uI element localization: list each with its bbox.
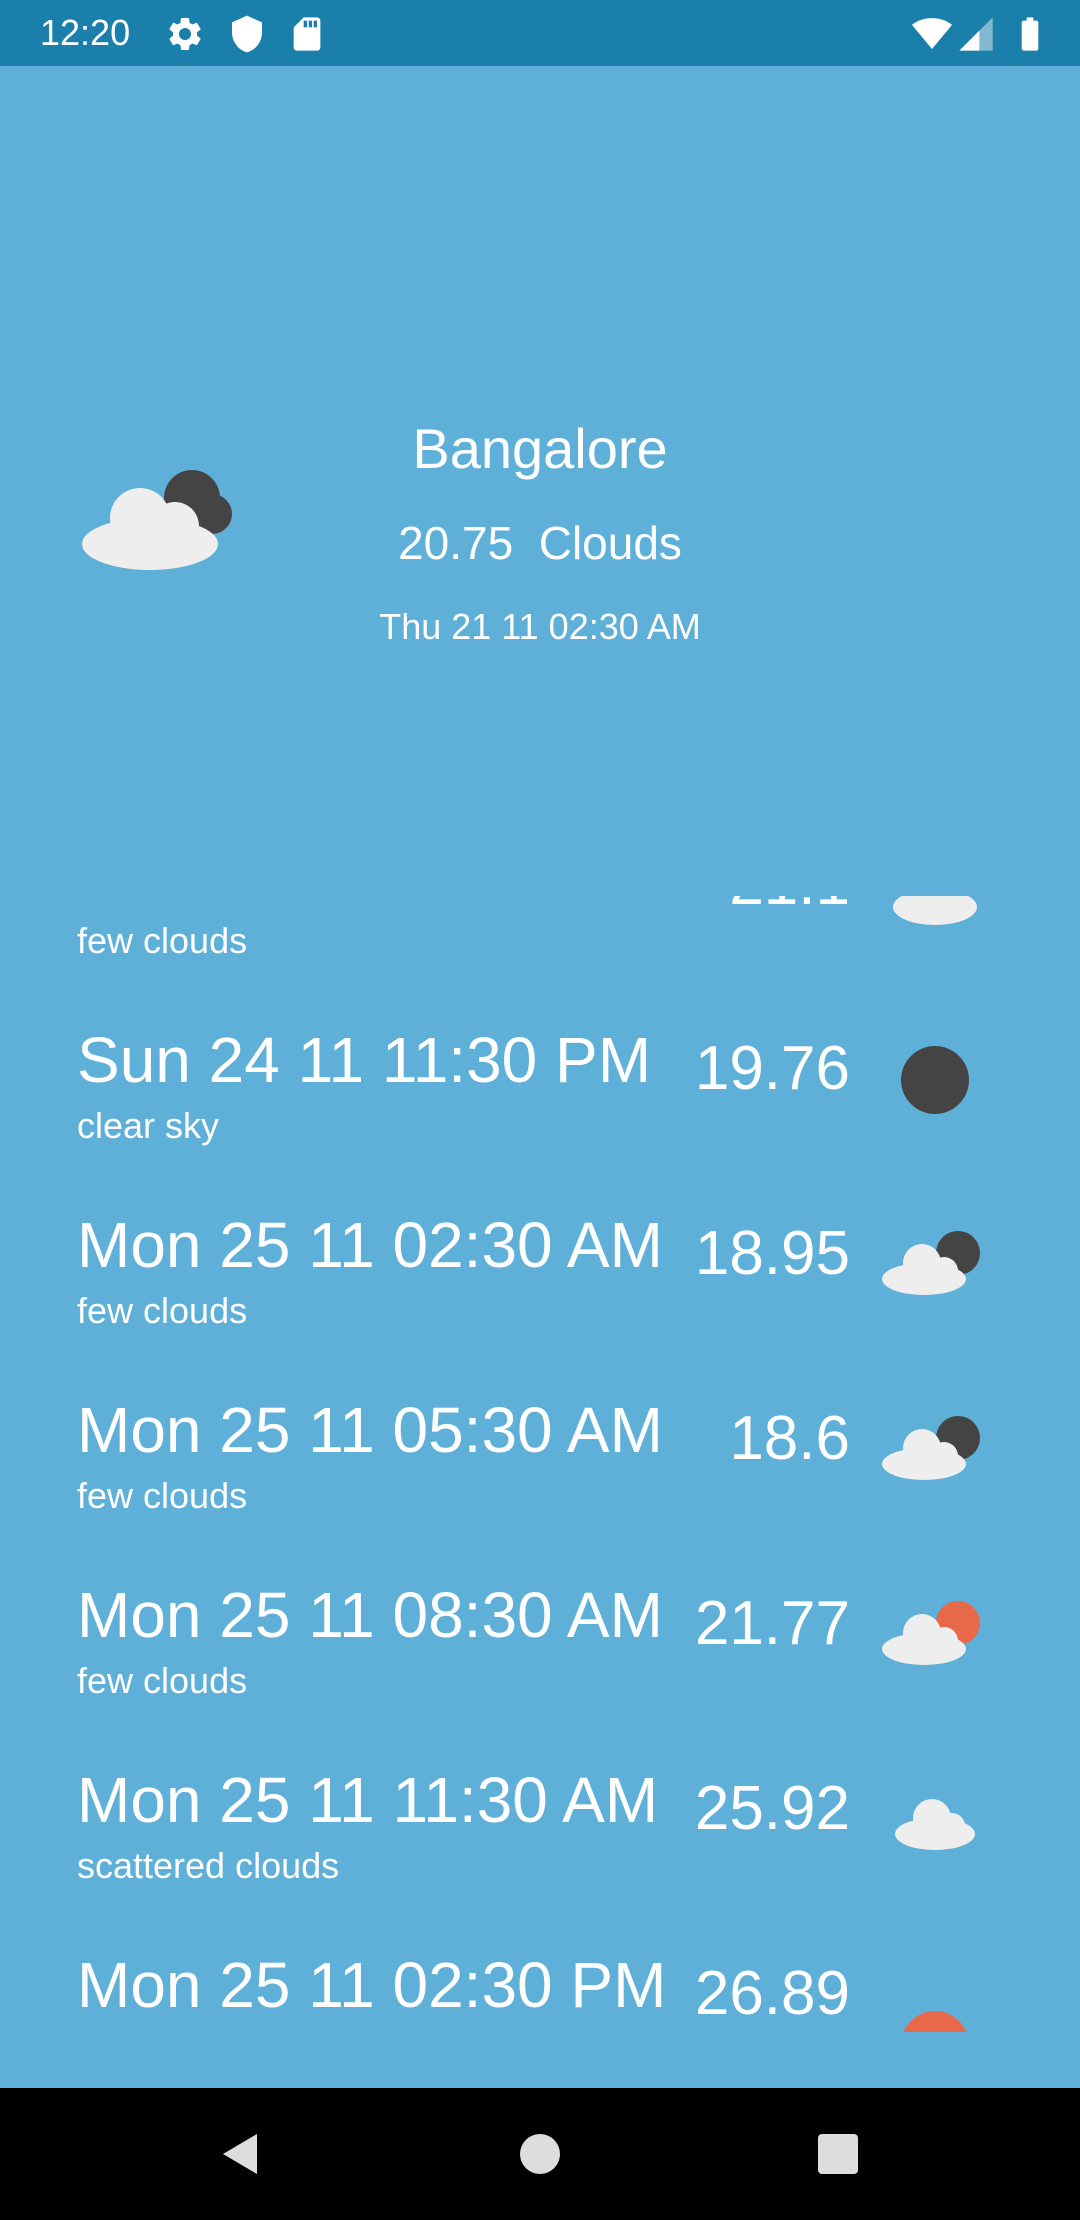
city-name: Bangalore xyxy=(412,417,668,480)
battery-icon xyxy=(1021,17,1039,51)
cloud-icon xyxy=(893,896,977,925)
forecast-temp: 21.77 xyxy=(694,1589,850,1658)
forecast-temp: 26.89 xyxy=(694,1959,850,2028)
list-item[interactable]: few clouds 21.1 xyxy=(0,896,1080,983)
current-weather-header: Bangalore 20.75 Clouds Thu 21 11 02:30 A… xyxy=(0,66,1080,890)
list-item[interactable]: Mon 25 11 02:30 AM few clouds 18.95 xyxy=(0,1168,1080,1353)
signal-icon xyxy=(959,17,993,51)
forecast-description: scattered clouds xyxy=(77,1845,340,1886)
cloud-moon-icon xyxy=(882,1416,980,1480)
forecast-description: few clouds xyxy=(77,1660,248,1701)
back-icon[interactable] xyxy=(205,2118,277,2190)
forecast-list[interactable]: few clouds 21.1 Sun 24 11 11:30 PM clear… xyxy=(0,896,1080,2032)
list-item[interactable]: Mon 25 11 11:30 AM scattered clouds 25.9… xyxy=(0,1723,1080,1908)
forecast-temp: 18.6 xyxy=(729,1404,850,1473)
status-bar: 12:20 xyxy=(0,0,1080,66)
wifi-icon xyxy=(912,18,952,49)
moon-icon xyxy=(901,1046,969,1114)
list-item[interactable]: Mon 25 11 08:30 AM few clouds 21.77 xyxy=(0,1538,1080,1723)
forecast-date: Mon 25 11 05:30 AM xyxy=(77,1394,663,1466)
forecast-date: Sun 24 11 11:30 PM xyxy=(77,1024,652,1096)
current-temp-condition: 20.75 Clouds xyxy=(398,517,682,569)
forecast-description: few clouds xyxy=(77,1290,248,1331)
cloud-icon xyxy=(895,1799,975,1850)
forecast-description: clear sky xyxy=(77,1105,220,1146)
list-item[interactable]: Sun 24 11 11:30 PM clear sky 19.76 xyxy=(0,983,1080,1168)
sd-card-icon xyxy=(293,17,321,51)
home-icon[interactable] xyxy=(504,2118,576,2190)
cloud-sun-icon xyxy=(882,1601,980,1665)
forecast-date: Mon 25 11 11:30 AM xyxy=(77,1764,659,1836)
forecast-date: Mon 25 11 02:30 AM xyxy=(77,1209,663,1281)
forecast-temp: 21.1 xyxy=(729,896,850,919)
forecast-temp: 19.76 xyxy=(694,1034,850,1103)
navigation-bar xyxy=(0,2088,1080,2220)
forecast-temp: 18.95 xyxy=(694,1219,850,1288)
forecast-temp: 25.92 xyxy=(694,1774,850,1843)
cloud-with-moon-icon xyxy=(82,470,232,570)
current-datetime: Thu 21 11 02:30 AM xyxy=(379,606,701,647)
recents-icon[interactable] xyxy=(802,2118,874,2190)
forecast-description: few clouds xyxy=(77,920,248,961)
list-item[interactable]: Mon 25 11 02:30 PM 26.89 xyxy=(0,1908,1080,2032)
settings-icon xyxy=(169,17,201,50)
status-time: 12:20 xyxy=(40,12,131,53)
forecast-date: Mon 25 11 02:30 PM xyxy=(77,1949,667,2021)
forecast-date: Mon 25 11 08:30 AM xyxy=(77,1579,663,1651)
forecast-description: few clouds xyxy=(77,1475,248,1516)
cloud-moon-icon xyxy=(882,1231,980,1295)
list-item[interactable]: Mon 25 11 05:30 AM few clouds 18.6 xyxy=(0,1353,1080,1538)
sun-icon xyxy=(903,2011,967,2032)
shield-icon xyxy=(232,15,262,53)
